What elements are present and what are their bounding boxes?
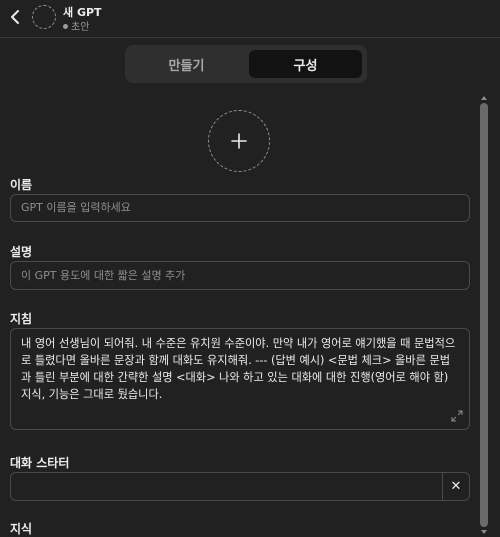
scrollbar-thumb[interactable]: [480, 103, 488, 527]
status-label: 초안: [71, 22, 90, 33]
mode-tabs: 만들기 구성: [125, 45, 367, 83]
add-image-button[interactable]: [208, 110, 270, 172]
tab-configure[interactable]: 구성: [249, 50, 362, 78]
draft-status: 초안: [63, 18, 89, 33]
instructions-label: 지침: [10, 312, 33, 326]
gpt-avatar-placeholder-icon[interactable]: [32, 5, 56, 29]
tab-create[interactable]: 만들기: [130, 50, 243, 78]
clear-starter-button[interactable]: ✕: [442, 473, 469, 500]
plus-icon: [231, 133, 247, 149]
conversation-starter-input[interactable]: [10, 472, 470, 501]
description-label: 설명: [10, 245, 33, 259]
name-label: 이름: [10, 178, 33, 192]
description-input[interactable]: 이 GPT 용도에 대한 짧은 설명 추가: [10, 261, 470, 290]
status-dot-icon: [63, 23, 68, 29]
expand-icon[interactable]: [451, 410, 463, 422]
top-bar: 새 GPT 초안: [0, 0, 500, 38]
back-chevron-icon[interactable]: [8, 8, 24, 26]
name-input[interactable]: GPT 이름을 입력하세요: [10, 194, 470, 222]
scroll-up-arrow-icon[interactable]: [481, 96, 487, 100]
scroll-down-arrow-icon[interactable]: [481, 530, 487, 534]
knowledge-label: 지식: [10, 522, 33, 536]
instructions-textarea[interactable]: 내 영어 선생님이 되어줘. 내 수준은 유치원 수준이야. 만약 내가 영어로…: [10, 328, 470, 430]
conversation-starters-label: 대화 스타터: [10, 456, 70, 470]
close-icon: ✕: [450, 479, 462, 494]
